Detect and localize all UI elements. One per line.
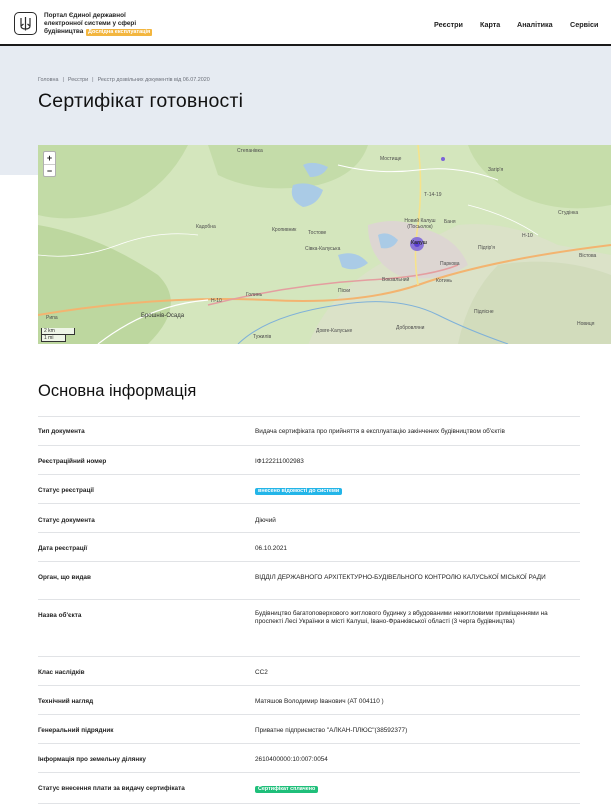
map-label-novyi-kalush: Новий Калуш (Посьолок) (404, 218, 436, 230)
location-map[interactable]: Степанівка Мостище Загір'я Т-14-19 Кадоб… (38, 145, 611, 344)
map-label-tuzhyliv: Тужилів (253, 334, 272, 340)
row-key: Тип документа (38, 428, 85, 435)
map-scale-bar: 2 km 1 mi (41, 328, 75, 342)
row-key: Назва об'єкта (38, 612, 82, 619)
nav-analytics[interactable]: Аналітика (517, 20, 553, 29)
breadcrumb: Головна | Реєстри | Реєстр дозвільних до… (38, 77, 210, 83)
breadcrumb-current[interactable]: Реєстр дозвільних документів від 06.07.2… (98, 77, 210, 83)
map-label-road-t1419: Т-14-19 (424, 192, 442, 198)
table-row: Назва об'єкта Будівництво багатоповерхов… (38, 599, 580, 656)
table-row: Дата реєстрації 06.10.2021 (38, 532, 580, 561)
map-label-vistova: Вістова (579, 253, 597, 259)
map-label-sivka: Сівка-Калуська (305, 246, 341, 252)
table-row: Реєстраційний номер ІФ122211002983 (38, 445, 580, 474)
row-value: ВІДДІЛ ДЕРЖАВНОГО АРХІТЕКТУРНО-БУДІВЕЛЬН… (255, 574, 546, 581)
map-label-pidhirya: Підгір'я (478, 245, 495, 251)
map-label-stepanivka: Степанівка (237, 148, 263, 154)
map-label-dobrovlyany: Добровляни (396, 325, 425, 331)
table-row: Статус внесення плати за видачу сертифік… (38, 772, 580, 804)
row-value: внесено відомості до системи (255, 487, 575, 495)
row-key: Статус документа (38, 517, 95, 524)
row-key: Реєстраційний номер (38, 458, 107, 465)
map-label-kropyvnyk: Кропивник (272, 227, 297, 233)
map-tiles (38, 145, 611, 344)
table-row: Тип документа Видача сертифіката про при… (38, 416, 580, 445)
map-label-novytsia: Новиця (577, 321, 595, 327)
nav-services[interactable]: Сервіси (570, 20, 598, 29)
zoom-out-button[interactable]: − (44, 164, 55, 176)
map-label-kotsyn: Котинь (436, 278, 453, 284)
brand-line-3: будівництва (44, 28, 84, 36)
map-label-pidlisne: Підлісне (474, 309, 494, 315)
row-value: Приватне підприємство "АЛКАН-ПЛЮС"(38592… (255, 727, 408, 734)
table-row: Інформація про земельну ділянку 26104000… (38, 743, 580, 772)
table-row: Статус реєстрації внесено відомості до с… (38, 474, 580, 503)
row-value: Видача сертифіката про прийняття в експл… (255, 428, 505, 435)
scale-mi: 1 mi (41, 335, 66, 342)
section-title: Основна інформація (38, 382, 197, 400)
zoom-in-button[interactable]: + (44, 152, 55, 164)
breadcrumb-separator: | (62, 77, 64, 83)
map-label-holyn: Голинь (246, 292, 263, 298)
map-label-mostyshche: Мостище (380, 156, 402, 162)
map-label-kadobna: Кадобна (196, 224, 216, 230)
payment-status-badge: Сертифікат сплачено (255, 786, 319, 793)
breadcrumb-home[interactable]: Головна (38, 77, 58, 83)
row-value: СС2 (255, 669, 268, 676)
row-value: Сертифікат сплачено (255, 785, 575, 793)
map-label-tostove: Тостове (308, 230, 327, 236)
row-key: Генеральний підрядник (38, 727, 114, 734)
map-label-zahiria: Загір'я (488, 167, 504, 173)
scale-km: 2 km (41, 328, 75, 335)
map-label-broshniv: Брошнів-Осада (141, 313, 185, 319)
breadcrumb-registries[interactable]: Реєстри (68, 77, 88, 83)
row-key: Статус реєстрації (38, 487, 94, 494)
row-key: Клас наслідків (38, 669, 85, 676)
row-key: Інформація про земельну ділянку (38, 756, 146, 763)
map-label-parkova: Паркова (440, 261, 460, 267)
map-label-road-n10-west: Н-10 (211, 298, 222, 304)
row-value: 06.10.2021 (255, 545, 287, 552)
brand-title[interactable]: Портал Єдиної державної електронної сист… (44, 12, 164, 37)
map-label-studinka: Студінка (558, 210, 579, 216)
trident-logo-icon[interactable] (14, 12, 37, 35)
nav-map[interactable]: Карта (480, 20, 500, 29)
row-value: Діючий (255, 517, 276, 524)
map-label-rypa: Рипа (46, 315, 58, 321)
map-label-kalush: Калуш (411, 240, 427, 246)
map-label-banya: Баня (444, 219, 456, 225)
table-row: Статус документа Діючий (38, 503, 580, 532)
table-row: Генеральний підрядник Приватне підприємс… (38, 714, 580, 743)
row-key: Статус внесення плати за видачу сертифік… (38, 785, 185, 792)
page-title: Сертифікат готовності (38, 90, 244, 112)
row-value: ІФ122211002983 (255, 458, 304, 465)
brand-line-1: Портал Єдиної державної (44, 12, 126, 19)
map-label-pisky: Піски (338, 288, 351, 294)
table-row: Технічний нагляд Матяшов Володимир Івано… (38, 685, 580, 714)
site-header: Портал Єдиної державної електронної сист… (0, 0, 611, 46)
row-key: Орган, що видав (38, 574, 91, 581)
breadcrumb-separator: | (92, 77, 94, 83)
row-key: Дата реєстрації (38, 545, 88, 552)
row-value: 2610400000:10:007:0054 (255, 756, 328, 763)
map-label-vokzalnyi: Вокзальний (382, 277, 410, 283)
map-label-dovhe: Довге-Калуське (316, 328, 353, 334)
beta-badge: Дослідна експлуатація (86, 29, 153, 37)
registration-status-badge: внесено відомості до системи (255, 488, 343, 495)
row-value: Будівництво багатоповерхового житлового … (255, 610, 548, 625)
map-label-road-n10-east: Н-10 (522, 233, 533, 239)
map-zoom-control: + − (43, 151, 56, 177)
row-key: Технічний нагляд (38, 698, 94, 705)
table-row: Орган, що видав ВІДДІЛ ДЕРЖАВНОГО АРХІТЕ… (38, 561, 580, 599)
table-row: Клас наслідків СС2 (38, 656, 580, 685)
nav-registries[interactable]: Реєстри (434, 20, 463, 29)
row-value: Матяшов Володимир Іванович (АТ 004110 ) (255, 698, 384, 705)
